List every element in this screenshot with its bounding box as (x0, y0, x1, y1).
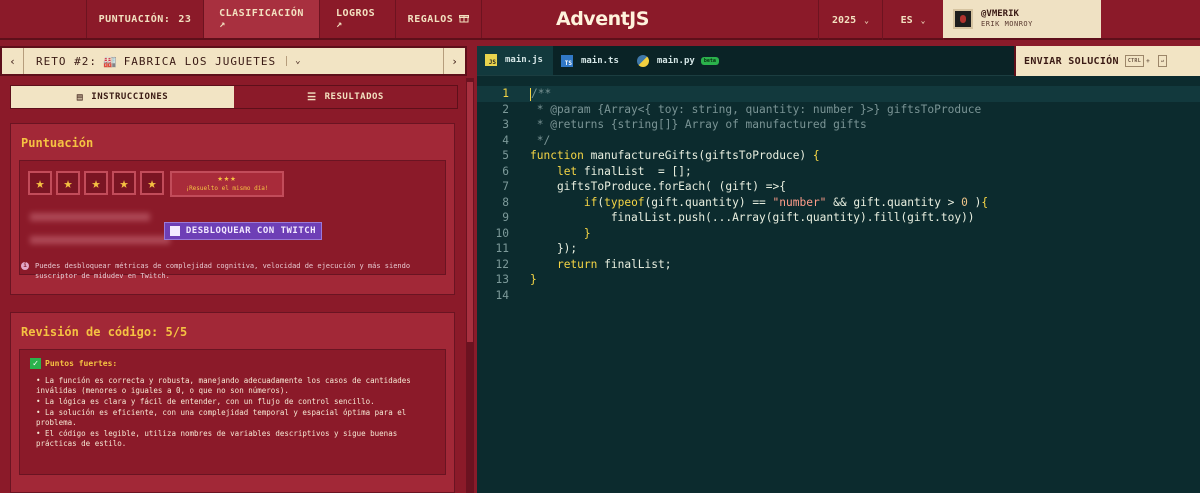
challenge-number: RETO #2: (36, 54, 97, 68)
info-note: i Puedes desbloquear métricas de complej… (21, 261, 441, 281)
info-icon: i (21, 262, 29, 270)
strengths-label: Puntos fuertes: (45, 359, 118, 368)
badge-text: ¡Resuelto el mismo día! (185, 185, 269, 192)
code-line: 3 * @returns {string[]} Array of manufac… (502, 118, 867, 131)
info-text: Puedes desbloquear métricas de complejid… (35, 262, 411, 280)
beta-badge: beta (700, 56, 719, 65)
score-card: Puntuación ★ ★ ★ ★ ★ ★★★ ¡Resuelto el mi… (10, 123, 455, 295)
code-line: 7 giftsToProduce.forEach( (gift) =>{ (502, 180, 786, 193)
user-handle: @VMERIK (981, 9, 1019, 19)
chevron-right-icon: › (451, 54, 458, 68)
star-rating: ★ ★ ★ ★ ★ ★★★ ¡Resuelto el mismo día! (28, 171, 284, 197)
code-line: 1/** (477, 86, 1200, 102)
year-dropdown[interactable]: 2025 ⌄ (818, 0, 882, 40)
prev-challenge-button[interactable]: ‹ (2, 48, 24, 74)
twitch-icon (169, 226, 180, 236)
code-review-card: Revisión de código: 5/5 ✓ Puntos fuertes… (10, 312, 455, 493)
chevron-down-icon: ⌄ (286, 56, 301, 66)
check-icon: ✓ (30, 358, 41, 369)
tab-results-label: RESULTADOS (324, 92, 384, 102)
star-icon: ★ (28, 171, 52, 195)
left-scrollbar[interactable] (466, 78, 474, 493)
challenge-selector: ‹ RETO #2: 🏭 FABRICA LOS JUGUETES ⌄ › (0, 46, 467, 76)
tab-main-ts-label: main.ts (580, 55, 619, 66)
list-item: • El código es legible, utiliza nombres … (36, 429, 398, 448)
leaderboard-link[interactable]: CLASIFICACIÓN ↗ (204, 0, 320, 38)
tab-instructions-label: INSTRUCCIONES (91, 92, 169, 102)
document-icon: ▤ (76, 91, 84, 103)
star-icon: ★ (112, 171, 136, 195)
list-check-icon: ☰ (307, 91, 317, 103)
javascript-icon: JS (485, 53, 497, 66)
star-icon: ★ (56, 171, 80, 195)
locked-metric-blur (30, 236, 170, 244)
code-line: 10 } (495, 226, 591, 240)
code-line: 6 let finalList = []; (502, 164, 692, 178)
unlock-twitch-button[interactable]: DESBLOQUEAR CON TWITCH (164, 222, 322, 240)
code-line: 5 function manufactureGifts(giftsToProduc… (502, 149, 820, 162)
tab-main-js-label: main.js (505, 54, 543, 65)
code-line: 13} (495, 273, 537, 286)
locked-metric-blur (30, 213, 150, 221)
tab-main-py[interactable]: main.py beta (629, 46, 729, 75)
factory-icon: 🏭 (102, 54, 118, 68)
ctrl-key: CTRL (1124, 55, 1145, 67)
tab-instructions[interactable]: ▤ INSTRUCCIONES (11, 86, 234, 108)
score-label: PUNTUACIÓN: (98, 13, 171, 25)
typescript-icon: TS (560, 54, 573, 67)
achievements-link[interactable]: LOGROS ↗ (320, 0, 396, 38)
code-line: 14 (495, 288, 509, 302)
tab-main-ts[interactable]: TS main.ts (553, 46, 629, 75)
code-line: 9 finalList.push(...Array(gift.quantity)… (502, 211, 975, 224)
challenge-title[interactable]: RETO #2: 🏭 FABRICA LOS JUGUETES ⌄ (24, 55, 302, 68)
code-editor: JS main.js TS main.ts main.py beta ENVIA… (477, 46, 1200, 493)
gifts-label: REGALOS (407, 13, 454, 25)
panel-tabs: ▤ INSTRUCCIONES ☰ RESULTADOS (10, 85, 458, 109)
score-value: 23 (178, 13, 192, 25)
score-details: ★ ★ ★ ★ ★ ★★★ ¡Resuelto el mismo día! DE… (19, 160, 446, 275)
star-icon: ★ (140, 171, 164, 195)
user-name: ERIK MONROY (981, 20, 1033, 28)
code-line: 4 */ (502, 133, 551, 147)
list-item: • La lógica es clara y fácil de entender… (36, 397, 375, 406)
chevron-down-icon: ⌄ (864, 15, 869, 25)
submit-label: ENVIAR SOLUCIÓN (1024, 55, 1119, 67)
year-value: 2025 (832, 14, 857, 26)
challenge-name: FABRICA LOS JUGUETES (123, 54, 277, 68)
badge-stars: ★★★ (217, 174, 237, 184)
code-line: 11 }); (495, 242, 578, 255)
user-menu[interactable]: @VMERIK ERIK MONROY (943, 0, 1101, 38)
strengths-list: • La función es correcta y robusta, mane… (36, 376, 436, 450)
code-area[interactable]: 1/** 2 * @param {Array<{ toy: string, qu… (477, 86, 1200, 303)
next-challenge-button[interactable]: › (443, 48, 465, 74)
code-line: 2 * @param {Array<{ toy: string, quantit… (502, 102, 982, 116)
score-card-title: Puntuación (21, 136, 94, 150)
chevron-down-icon: ⌄ (920, 15, 926, 25)
brand-logo[interactable]: AdventJS (556, 8, 649, 30)
avatar (953, 9, 973, 29)
code-review-title: Revisión de código: 5/5 (21, 325, 188, 339)
code-line: 8 if(typeof(gift.quantity) == "number" &… (502, 195, 989, 209)
python-icon (636, 54, 649, 67)
tab-main-py-label: main.py (656, 55, 695, 66)
gifts-link[interactable]: REGALOS (396, 0, 482, 38)
list-item: • La función es correcta y robusta, mane… (36, 376, 411, 395)
star-icon: ★ (84, 171, 108, 195)
tab-results[interactable]: ☰ RESULTADOS (234, 86, 457, 108)
same-day-badge: ★★★ ¡Resuelto el mismo día! (170, 171, 284, 197)
tab-main-js[interactable]: JS main.js (477, 46, 553, 75)
code-line: 12 return finalList; (495, 257, 672, 271)
strengths-box: ✓ Puntos fuertes: • La función es correc… (19, 349, 446, 475)
score-indicator: PUNTUACIÓN: 23 (86, 0, 204, 38)
list-item: • La solución es eficiente, con una comp… (36, 408, 407, 427)
chevron-left-icon: ‹ (9, 54, 16, 68)
language-dropdown[interactable]: ES ⌄ (882, 0, 944, 40)
submit-solution-button[interactable]: ENVIAR SOLUCIÓN CTRL + ↵ (1014, 46, 1200, 76)
gift-icon (459, 13, 470, 26)
language-value: ES (900, 14, 913, 26)
unlock-twitch-label: DESBLOQUEAR CON TWITCH (185, 226, 317, 236)
enter-key: ↵ (1157, 55, 1168, 67)
